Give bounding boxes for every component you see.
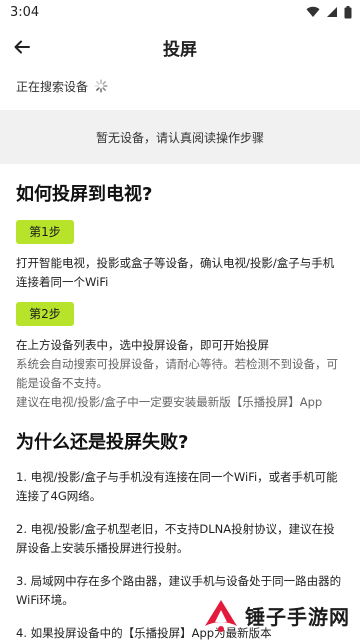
fail-reason-1: 1. 电视/投影/盒子与手机没有连接在同一个WiFi，或者手机可能连接了4G网络…: [16, 470, 338, 503]
status-icons: [306, 5, 352, 19]
how-to-title: 如何投屏到电视?: [16, 184, 153, 205]
signal-icon: [327, 7, 337, 17]
step-2-text: 在上方设备列表中，选中投屏设备，即可开始投屏: [16, 338, 269, 352]
search-status-text: 正在搜索设备: [16, 79, 89, 94]
status-time: 3:04: [10, 4, 40, 20]
step-2-note-1: 系统会自动搜索可投屏设备，请耐心等待。若检测不到设备，可能是设备不支持。: [16, 357, 338, 390]
app-bar: 投屏: [0, 24, 360, 70]
device-list-empty: 暂无设备，请认真阅读操作步骤: [0, 110, 360, 164]
site-watermark: 锤子手游网: [201, 596, 350, 634]
empty-device-text: 暂无设备，请认真阅读操作步骤: [95, 130, 264, 145]
step-1-text: 打开智能电视，投影或盒子等设备，确认电视/投影/盒子与手机连接着同一个WiFi: [16, 256, 335, 289]
loading-spinner-icon: [94, 79, 108, 93]
page-title: 投屏: [163, 39, 197, 60]
step-2-badge: 第2步: [16, 302, 74, 326]
step-1-badge: 第1步: [16, 220, 74, 244]
device-search-status: 正在搜索设备: [0, 70, 360, 102]
hammer-logo-icon: [205, 600, 237, 632]
arrow-left-icon: [14, 40, 30, 54]
wifi-icon: [306, 6, 320, 18]
battery-icon: [344, 5, 352, 18]
why-fail-title: 为什么还是投屏失败?: [16, 432, 189, 453]
watermark-text: 锤子手游网: [245, 604, 350, 629]
step-2-note-2: 建议在电视/投影/盒子中一定要安装最新版【乐播投屏】App: [16, 395, 323, 409]
status-bar: 3:04: [0, 0, 360, 24]
back-button[interactable]: [0, 24, 44, 70]
fail-reason-2: 2. 电视/投影/盒子机型老旧，不支持DLNA投射协议，建议在投屏设备上安装乐播…: [16, 522, 335, 555]
help-content: 如何投屏到电视? 第1步 打开智能电视，投影或盒子等设备，确认电视/投影/盒子与…: [0, 180, 360, 640]
